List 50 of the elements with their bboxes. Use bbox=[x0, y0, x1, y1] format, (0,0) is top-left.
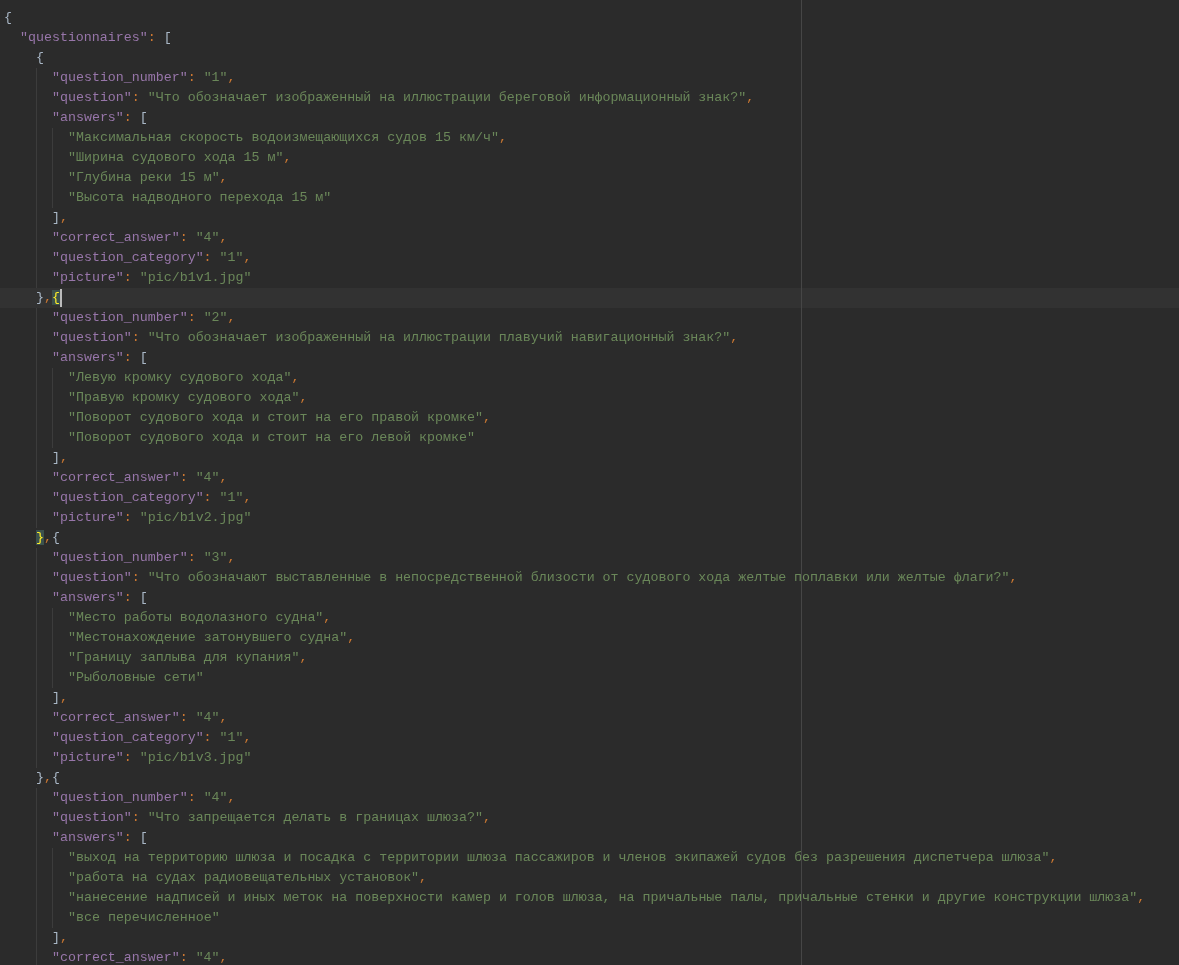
code-line: "question": "Что запрещается делать в границах шлюза?", bbox=[52, 809, 491, 827]
code-line: "нанесение надписей и иных меток на поверхности камер и голов шлюза, на причальные палы, причальные стенки и другие конструкции шлюза", bbox=[68, 889, 1146, 907]
code-line: "Высота надводного перехода 15 м" bbox=[68, 189, 332, 207]
code-line: "picture": "pic/b1v1.jpg" bbox=[52, 269, 252, 287]
code-line: "question_category": "1", bbox=[52, 489, 252, 507]
code-line: "Рыболовные сети" bbox=[68, 669, 204, 687]
code-line: "все перечисленное" bbox=[68, 909, 220, 927]
code-line: "Правую кромку судового хода", bbox=[68, 389, 308, 407]
code-editor[interactable] bbox=[0, 0, 1179, 965]
code-line: "question_number": "4", bbox=[52, 789, 236, 807]
code-line: "answers": [ bbox=[52, 829, 148, 847]
code-line: "работа на судах радиовещательных установок", bbox=[68, 869, 428, 887]
code-line: ], bbox=[52, 689, 68, 707]
code-line: "picture": "pic/b1v2.jpg" bbox=[52, 509, 252, 527]
code-line: "question": "Что обозначает изображенный на иллюстрации береговой информационный знак?", bbox=[52, 89, 755, 107]
code-line: "выход на территорию шлюза и посадка с территории шлюза пассажиров и членов экипажей судов без разрешения диспетчера шлюза", bbox=[68, 849, 1058, 867]
code-line: "question_category": "1", bbox=[52, 729, 252, 747]
code-line: "question": "Что обозначают выставленные в непосредственной близости от судового хода желтые поплавки или желтые флаги?", bbox=[52, 569, 1018, 587]
code-line: ], bbox=[52, 209, 68, 227]
code-line: "Поворот судового хода и стоит на его левой кромке" bbox=[68, 429, 475, 447]
code-line: },{ bbox=[36, 289, 60, 307]
code-line: "picture": "pic/b1v3.jpg" bbox=[52, 749, 252, 767]
code-line: "Левую кромку судового хода", bbox=[68, 369, 300, 387]
code-line: "Поворот судового хода и стоит на его правой кромке", bbox=[68, 409, 491, 427]
code-line: ], bbox=[52, 449, 68, 467]
code-line: "question_number": "3", bbox=[52, 549, 236, 567]
code-line: "correct_answer": "4", bbox=[52, 469, 228, 487]
code-line: "question_category": "1", bbox=[52, 249, 252, 267]
code-line: "Ширина судового хода 15 м", bbox=[68, 149, 292, 167]
code-line: "correct_answer": "4", bbox=[52, 709, 228, 727]
code-line: "questionnaires": [ bbox=[20, 29, 172, 47]
code-line: "Местонахождение затонувшего судна", bbox=[68, 629, 356, 647]
code-line: "question_number": "2", bbox=[52, 309, 236, 327]
code-line: "answers": [ bbox=[52, 589, 148, 607]
code-line: "answers": [ bbox=[52, 109, 148, 127]
code-line: "Максимальная скорость водоизмещающихся судов 15 км/ч", bbox=[68, 129, 507, 147]
code-line: "correct_answer": "4", bbox=[52, 229, 228, 247]
code-line: },{ bbox=[36, 529, 60, 547]
code-line: },{ bbox=[36, 769, 60, 787]
code-line: { bbox=[4, 9, 12, 27]
code-line: ], bbox=[52, 929, 68, 947]
code-line: "answers": [ bbox=[52, 349, 148, 367]
code-line: "correct_answer": "4", bbox=[52, 949, 228, 965]
code-line: "question": "Что обозначает изображенный на иллюстрации плавучий навигационный знак?", bbox=[52, 329, 739, 347]
code-line: { bbox=[36, 49, 44, 67]
code-line: "Границу заплыва для купания", bbox=[68, 649, 308, 667]
code-line: "Глубина реки 15 м", bbox=[68, 169, 228, 187]
text-cursor bbox=[59, 289, 62, 307]
code-line: "question_number": "1", bbox=[52, 69, 236, 87]
code-line: "Место работы водолазного судна", bbox=[68, 609, 332, 627]
